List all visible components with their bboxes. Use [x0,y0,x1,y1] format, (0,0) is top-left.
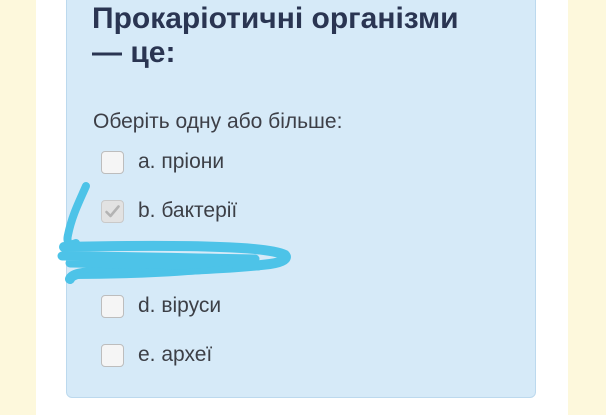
option-e[interactable]: e. археї [101,341,212,369]
option-a-label: a. пріони [138,150,225,173]
checkmark-icon [105,204,120,217]
question-prompt: Оберіть одну або більше: [93,110,343,133]
option-a-checkbox[interactable] [101,150,124,174]
option-d-checkbox[interactable] [101,294,124,318]
option-d-label: d. віруси [138,294,222,317]
option-a[interactable]: a. пріони [101,148,224,176]
question-title: Прокаріотичні організми — це: [92,2,459,69]
option-e-checkbox[interactable] [101,343,124,367]
option-b-label: b. бактерії [138,199,238,222]
option-b[interactable]: b. бактерії [101,197,237,225]
option-e-label: e. археї [138,343,213,366]
option-b-checkbox[interactable] [101,199,124,223]
option-d[interactable]: d. віруси [101,292,221,320]
